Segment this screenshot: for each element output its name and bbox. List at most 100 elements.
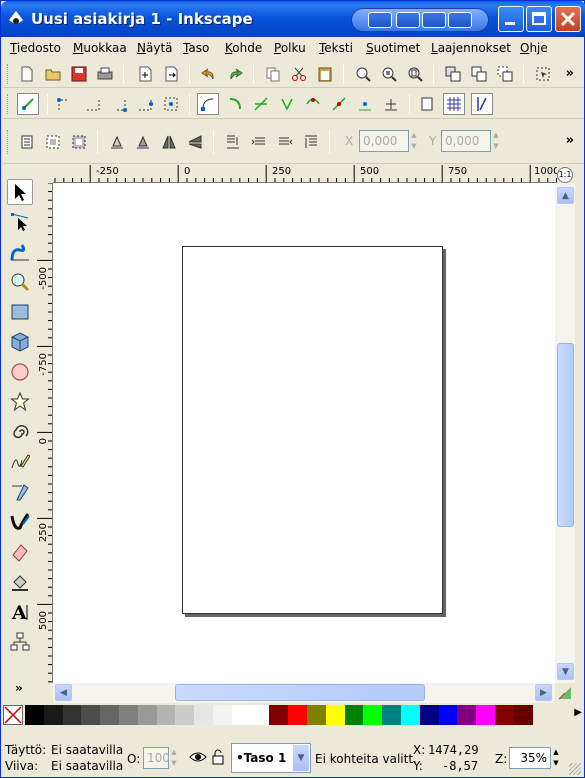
snap-grid-icon[interactable] [443, 93, 465, 115]
pencil-tool-icon[interactable] [7, 449, 33, 475]
paint-bucket-tool-icon[interactable] [7, 569, 33, 595]
color-swatch[interactable] [382, 705, 402, 725]
color-swatch[interactable] [307, 705, 327, 725]
fill-value[interactable]: Ei saatavilla [51, 743, 123, 757]
snap-bbox-center-icon[interactable] [161, 94, 181, 114]
color-swatch[interactable] [81, 705, 101, 725]
text-tool-icon[interactable]: A [7, 599, 33, 625]
chevron-down-icon[interactable]: ▼ [293, 745, 309, 771]
snap-midpoints-icon[interactable] [329, 94, 349, 114]
snap-guides-icon[interactable] [471, 93, 493, 115]
y-input[interactable]: 0,000 [441, 130, 491, 152]
layer-dropdown[interactable]: •Taso 1 ▼ [231, 743, 311, 773]
document-page[interactable] [182, 246, 443, 614]
color-swatch[interactable] [269, 705, 289, 725]
color-swatch[interactable] [62, 705, 82, 725]
color-swatch[interactable] [213, 705, 233, 725]
color-swatch[interactable] [457, 705, 477, 725]
menu-filters[interactable]: Suotimet [366, 41, 420, 55]
color-swatch[interactable] [438, 705, 458, 725]
resize-grip-icon[interactable] [569, 763, 581, 775]
paste-icon[interactable] [315, 64, 335, 84]
rotate-cw-icon[interactable] [133, 132, 153, 152]
color-swatch[interactable] [363, 705, 383, 725]
rollup-icon[interactable] [368, 12, 392, 28]
color-swatch[interactable] [119, 705, 139, 725]
menu-help[interactable]: Ohje [520, 41, 548, 55]
fullscreen-icon[interactable] [448, 12, 472, 28]
duplicate-icon[interactable] [443, 64, 463, 84]
opacity-spin-arrows[interactable]: ▲ ▼ [169, 747, 179, 769]
color-swatch[interactable] [194, 705, 214, 725]
drawing-canvas[interactable] [53, 183, 555, 683]
snap-page-border-icon[interactable] [417, 94, 437, 114]
open-folder-icon[interactable] [43, 64, 63, 84]
color-swatch[interactable] [231, 705, 252, 725]
color-swatch[interactable] [137, 705, 158, 725]
select-all-layers-icon[interactable] [43, 132, 63, 152]
menu-file[interactable]: Tiedosto [10, 41, 61, 55]
pin-icon[interactable] [396, 12, 420, 28]
title-bar[interactable]: Uusi asiakirja 1 - Inkscape [1, 1, 585, 37]
flip-vertical-icon[interactable] [185, 132, 205, 152]
zoom-spin-arrows[interactable]: ▲ ▼ [551, 747, 561, 769]
color-swatch[interactable] [288, 705, 308, 725]
color-swatch[interactable] [401, 705, 421, 725]
tray-icon[interactable] [422, 12, 446, 28]
pen-tool-icon[interactable] [7, 479, 33, 505]
menu-object[interactable]: Kohde [225, 41, 262, 55]
copy-icon[interactable] [263, 64, 283, 84]
layer-lock-icon[interactable] [211, 749, 225, 765]
snap-enable-icon[interactable] [17, 93, 39, 115]
lower-icon[interactable] [249, 132, 269, 152]
close-button[interactable] [555, 6, 581, 32]
select-tool-icon[interactable] [7, 179, 33, 205]
menu-view[interactable]: Näytä [137, 41, 173, 55]
scroll-left-arrow[interactable]: ◀ [55, 684, 72, 701]
color-managed-view-icon[interactable] [557, 685, 573, 701]
vertical-ruler[interactable]: -500 -750 0 250 500 [37, 183, 53, 683]
snap-rotation-center-icon[interactable] [381, 94, 401, 114]
toolbar-grip[interactable] [7, 130, 10, 154]
color-swatch[interactable] [495, 705, 515, 725]
horizontal-scrollbar[interactable]: ◀ ▶ [53, 683, 555, 703]
tool-controls-overflow-button[interactable]: » [566, 133, 574, 148]
snap-bbox-midpoint-icon[interactable] [135, 94, 155, 114]
snap-intersection-icon[interactable] [251, 94, 271, 114]
vertical-scroll-thumb[interactable] [557, 343, 574, 527]
menu-extensions[interactable]: Laajennokset [431, 41, 511, 55]
menu-text[interactable]: Teksti [319, 41, 353, 55]
color-swatch[interactable] [250, 705, 270, 725]
redo-icon[interactable] [225, 64, 245, 84]
color-swatch[interactable] [100, 705, 120, 725]
raise-to-top-icon[interactable] [301, 132, 321, 152]
scroll-up-arrow[interactable]: ▲ [557, 187, 574, 204]
node-tool-icon[interactable] [7, 209, 33, 235]
new-document-icon[interactable] [17, 64, 37, 84]
horizontal-scroll-thumb[interactable] [175, 684, 425, 701]
menu-path[interactable]: Polku [274, 41, 306, 55]
zoom-selection-icon[interactable] [353, 64, 373, 84]
print-icon[interactable] [95, 64, 115, 84]
zoom-tool-icon[interactable] [7, 269, 33, 295]
menu-edit[interactable]: Muokkaa [73, 41, 127, 55]
connector-tool-icon[interactable] [7, 629, 33, 655]
select-original-icon[interactable] [533, 64, 553, 84]
toolbar-grip[interactable] [7, 94, 10, 114]
color-swatch[interactable] [25, 705, 45, 725]
layer-visibility-eye-icon[interactable] [189, 749, 207, 765]
color-swatch[interactable] [419, 705, 440, 725]
color-swatch[interactable] [344, 705, 364, 725]
snap-bbox-icon[interactable] [55, 94, 75, 114]
cut-icon[interactable] [289, 64, 309, 84]
calligraphy-tool-icon[interactable] [7, 509, 33, 535]
minimize-button[interactable] [498, 6, 524, 32]
snap-bbox-edge-icon[interactable] [83, 94, 103, 114]
invert-selection-icon[interactable] [69, 132, 89, 152]
palette-scroll-icon[interactable]: ▶ [574, 707, 582, 718]
undo-icon[interactable] [199, 64, 219, 84]
y-spin-arrows[interactable]: ▲ ▼ [491, 130, 501, 152]
eraser-tool-icon[interactable] [7, 539, 33, 565]
color-swatch[interactable] [43, 705, 64, 725]
zoom-drawing-icon[interactable] [379, 64, 399, 84]
